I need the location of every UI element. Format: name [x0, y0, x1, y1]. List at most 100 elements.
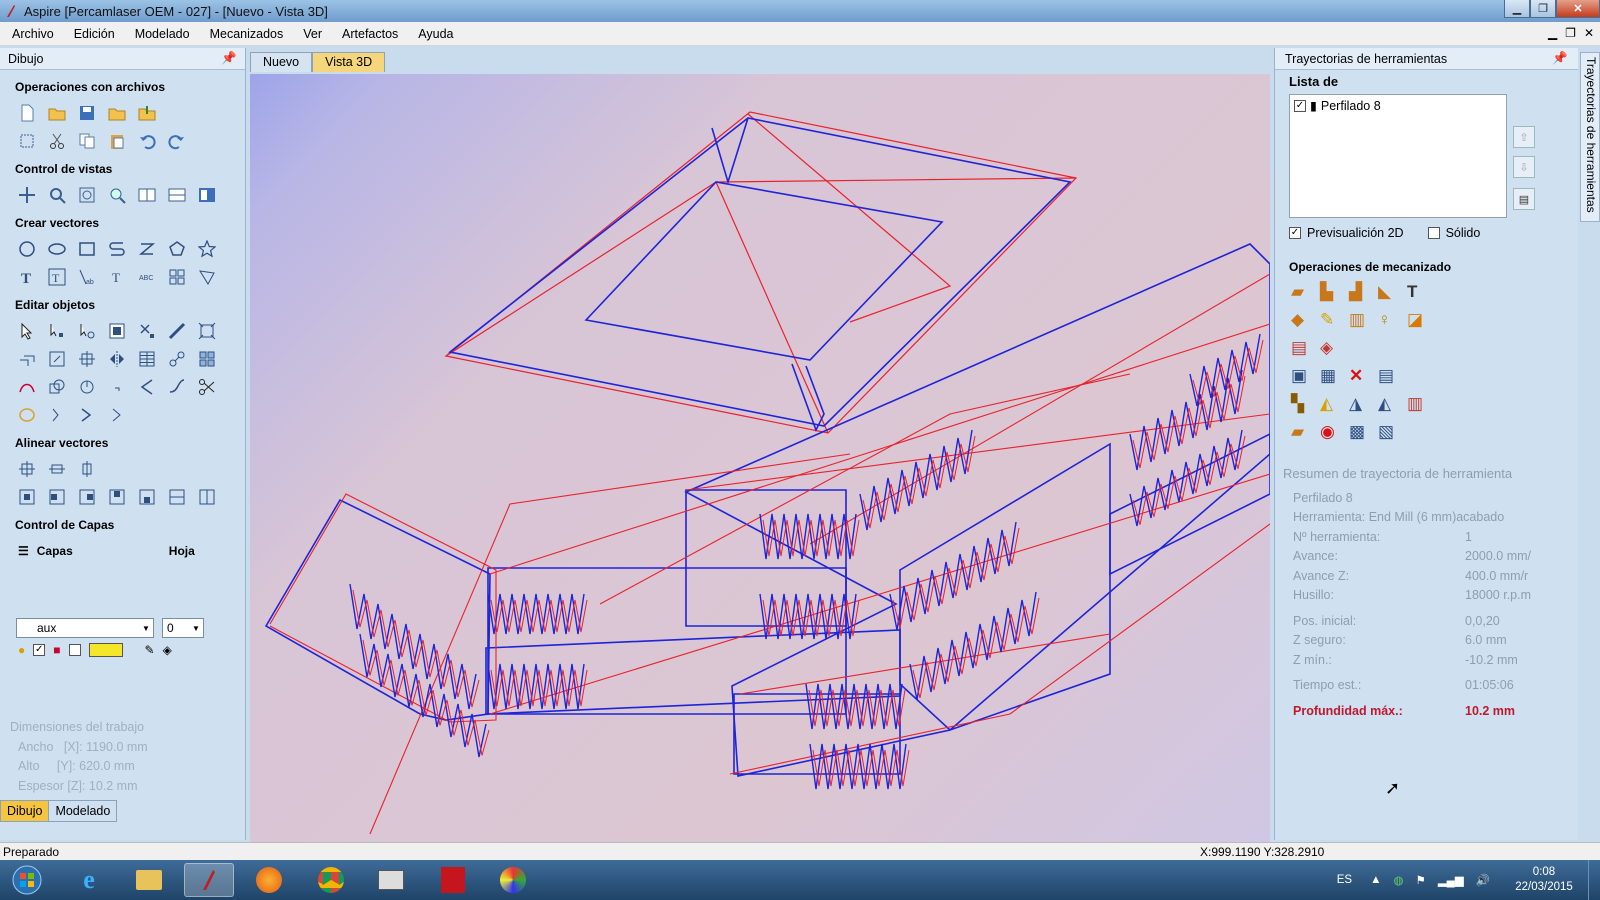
curve-tool-icon[interactable]	[136, 238, 158, 260]
copy-icon[interactable]	[76, 130, 98, 152]
mdi-minimize-button[interactable]: ▁	[1548, 26, 1557, 40]
show-desktop-button[interactable]	[1588, 860, 1600, 900]
text-arc-icon[interactable]: ABC	[136, 266, 158, 288]
light-bulb-icon[interactable]: ●	[18, 643, 25, 657]
menu-edicion[interactable]: Edición	[62, 27, 123, 41]
node-edit-icon[interactable]	[46, 320, 68, 342]
zoom-extents-icon[interactable]	[76, 184, 98, 206]
grid-array-icon[interactable]	[136, 348, 158, 370]
menu-ver[interactable]: Ver	[291, 27, 330, 41]
list-item[interactable]: ✓ ▮ Perfilado 8	[1290, 95, 1506, 116]
rectangle-tool-icon[interactable]	[76, 238, 98, 260]
view-split-icon[interactable]	[196, 184, 218, 206]
subtract-icon[interactable]	[46, 376, 68, 398]
fluting-toolpath-icon[interactable]: ✎	[1320, 310, 1349, 338]
inlay-toolpath-icon[interactable]: ▥	[1349, 310, 1378, 338]
move-down-button[interactable]: ⇩	[1513, 156, 1535, 178]
tool-database-icon[interactable]: ▚	[1291, 394, 1320, 422]
drilling-toolpath-icon[interactable]: ▟	[1349, 282, 1378, 310]
chevron-right-icon[interactable]	[76, 404, 98, 426]
prism-toolpath-icon[interactable]: ◆	[1291, 310, 1320, 338]
firefox-icon[interactable]	[244, 863, 294, 897]
center-h-icon[interactable]	[46, 458, 68, 480]
extend-icon[interactable]	[136, 376, 158, 398]
clock[interactable]: 0:08 22/03/2015	[1504, 865, 1584, 895]
template-toolpath-icon[interactable]: ◮	[1349, 394, 1378, 422]
profile-toolpath-icon[interactable]: ▰	[1291, 282, 1320, 310]
ellipse-tool-icon[interactable]	[46, 238, 68, 260]
roughing-toolpath-icon[interactable]: ▤	[1291, 338, 1320, 366]
align-center-icon[interactable]	[16, 486, 38, 508]
select-all-icon[interactable]	[16, 130, 38, 152]
mdi-restore-button[interactable]: ❐	[1565, 26, 1576, 40]
pin-icon[interactable]: 📌	[221, 51, 237, 66]
nesting-icon[interactable]	[196, 348, 218, 370]
minimize-button[interactable]: ▁	[1504, 0, 1530, 18]
circle-tool-icon[interactable]	[16, 238, 38, 260]
import-icon[interactable]	[136, 102, 158, 124]
new-file-icon[interactable]	[16, 102, 38, 124]
post-processor-icon[interactable]: ▧	[1378, 422, 1407, 450]
layer-properties-icon[interactable]: ✎	[145, 643, 155, 657]
layer-select[interactable]: aux ▼	[16, 618, 154, 638]
text-tool-icon[interactable]: T	[16, 266, 38, 288]
mdi-close-button[interactable]: ✕	[1584, 26, 1594, 40]
toolpath-list[interactable]: ✓ ▮ Perfilado 8	[1289, 94, 1507, 218]
polyline-tool-icon[interactable]	[106, 238, 128, 260]
sheet-select[interactable]: 0 ▼	[162, 618, 204, 638]
align-vcenter-icon[interactable]	[196, 486, 218, 508]
preview-material-icon[interactable]: ▰	[1291, 422, 1320, 450]
layer-lock-checkbox[interactable]	[68, 644, 81, 656]
network-icon[interactable]: ▂▄▆	[1438, 873, 1464, 887]
solid-checkbox[interactable]	[1427, 227, 1440, 239]
offset-icon[interactable]	[16, 348, 38, 370]
size-tool-icon[interactable]	[106, 320, 128, 342]
layer-visible-checkbox[interactable]: ✓	[33, 644, 46, 656]
weld-icon[interactable]	[16, 376, 38, 398]
save-icon[interactable]	[76, 102, 98, 124]
polygon-tool-icon[interactable]	[166, 238, 188, 260]
redo-icon[interactable]	[166, 130, 188, 152]
tab-vista-3d[interactable]: Vista 3D	[312, 52, 386, 72]
open-file-icon[interactable]	[46, 102, 68, 124]
intersect-icon[interactable]	[76, 376, 98, 398]
paint-app-icon[interactable]	[488, 863, 538, 897]
scale-icon[interactable]	[46, 348, 68, 370]
close-button[interactable]: ✕	[1556, 0, 1600, 18]
cut-icon[interactable]	[46, 130, 68, 152]
batch-toolpath-icon[interactable]: ◭	[1378, 394, 1407, 422]
join-vectors-icon[interactable]	[166, 348, 188, 370]
array-tool-icon[interactable]	[166, 266, 188, 288]
move-icon[interactable]	[76, 348, 98, 370]
vcarve-toolpath-icon[interactable]: ◣	[1378, 282, 1407, 310]
select-arrow-icon[interactable]	[16, 320, 38, 342]
acrobat-icon[interactable]	[428, 863, 478, 897]
pan-icon[interactable]	[16, 184, 38, 206]
align-left-icon[interactable]	[46, 486, 68, 508]
zoom-icon[interactable]	[46, 184, 68, 206]
align-right-icon[interactable]	[76, 486, 98, 508]
layer-color-picker[interactable]	[88, 643, 123, 657]
internet-explorer-icon[interactable]: e	[64, 863, 114, 897]
close-vector-icon[interactable]	[16, 404, 38, 426]
text-box-tool-icon[interactable]: T	[46, 266, 68, 288]
delete-similar-icon[interactable]	[136, 320, 158, 342]
center-v-icon[interactable]	[76, 458, 98, 480]
split-icon[interactable]	[106, 404, 128, 426]
toolpath-visible-checkbox[interactable]: ✓	[1294, 99, 1306, 112]
save-toolpath-icon[interactable]: ▩	[1349, 422, 1378, 450]
copy-toolpath-icon[interactable]: ▦	[1320, 366, 1349, 394]
language-indicator[interactable]: ES	[1337, 874, 1352, 886]
align-hcenter-icon[interactable]	[166, 486, 188, 508]
menu-archivo[interactable]: Archivo	[0, 27, 62, 41]
toolpath-info-icon[interactable]: ▤	[1378, 366, 1407, 394]
aspire-taskbar-icon[interactable]	[184, 863, 234, 897]
align-top-icon[interactable]	[106, 486, 128, 508]
merge-toolpath-icon[interactable]: ◭	[1320, 394, 1349, 422]
curve-fit-icon[interactable]	[166, 376, 188, 398]
preview-2d-checkbox[interactable]: ✓	[1289, 227, 1301, 239]
time-estimate-icon[interactable]: ◉	[1320, 422, 1349, 450]
tab-modelado[interactable]: Modelado	[49, 800, 118, 822]
align-box-icon[interactable]	[196, 320, 218, 342]
move-up-button[interactable]: ⇧	[1513, 126, 1535, 148]
